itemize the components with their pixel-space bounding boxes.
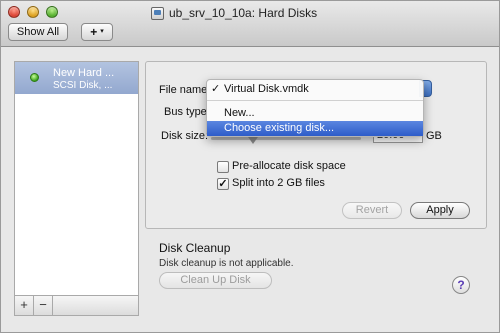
sidebar-item-label: New Hard ... bbox=[53, 67, 115, 79]
preallocate-label: Pre-allocate disk space bbox=[232, 160, 346, 172]
chevron-down-icon: ▾ bbox=[100, 28, 104, 35]
menu-item-virtual-disk[interactable]: ✓ Virtual Disk.vmdk bbox=[207, 82, 423, 97]
checkmark-icon: ✓ bbox=[211, 83, 221, 95]
menu-separator bbox=[207, 100, 423, 101]
status-green-icon bbox=[30, 73, 39, 82]
revert-button[interactable]: Revert bbox=[342, 202, 402, 219]
preallocate-checkbox[interactable] bbox=[217, 161, 229, 173]
remove-disk-button[interactable]: − bbox=[34, 296, 53, 315]
file-name-label: File name bbox=[159, 84, 208, 96]
split-files-checkbox[interactable]: ✓ bbox=[217, 178, 229, 190]
file-name-popup-menu: ✓ Virtual Disk.vmdk New... Choose existi… bbox=[206, 79, 424, 137]
disk-size-slider-track[interactable] bbox=[211, 137, 361, 140]
add-device-menu-button[interactable]: + ▾ bbox=[81, 23, 113, 41]
show-all-button[interactable]: Show All bbox=[8, 23, 68, 41]
disk-size-label: Disk size: bbox=[161, 130, 209, 142]
disk-cleanup-note: Disk cleanup is not applicable. bbox=[159, 258, 294, 269]
hard-disks-window: ub_srv_10_10a: Hard Disks Show All + ▾ N… bbox=[0, 0, 500, 333]
device-sidebar: New Hard ... SCSI Disk, ... bbox=[14, 61, 139, 316]
title-container: ub_srv_10_10a: Hard Disks bbox=[151, 5, 371, 21]
help-button[interactable]: ? bbox=[452, 276, 470, 294]
plus-icon: + bbox=[90, 25, 98, 39]
menu-item-label: Virtual Disk.vmdk bbox=[224, 83, 309, 95]
split-files-label: Split into 2 GB files bbox=[232, 177, 325, 189]
window-title: ub_srv_10_10a: Hard Disks bbox=[169, 6, 318, 20]
sidebar-footer: + − bbox=[14, 295, 139, 316]
menu-item-label: New... bbox=[224, 107, 255, 119]
title-bar: ub_srv_10_10a: Hard Disks Show All + ▾ bbox=[1, 1, 499, 47]
disk-size-unit: GB bbox=[426, 130, 442, 142]
bus-type-label: Bus type bbox=[164, 106, 207, 118]
menu-item-choose-existing-disk[interactable]: Choose existing disk... bbox=[207, 121, 423, 136]
zoom-window-button[interactable] bbox=[46, 6, 58, 18]
close-window-button[interactable] bbox=[8, 6, 20, 18]
menu-item-new[interactable]: New... bbox=[207, 106, 423, 121]
menu-item-label: Choose existing disk... bbox=[224, 122, 335, 134]
disk-cleanup-heading: Disk Cleanup bbox=[159, 241, 231, 255]
virtual-machine-icon bbox=[151, 6, 164, 20]
minimize-window-button[interactable] bbox=[27, 6, 39, 18]
clean-up-disk-button[interactable]: Clean Up Disk bbox=[159, 272, 272, 289]
add-disk-button[interactable]: + bbox=[15, 296, 34, 315]
apply-button[interactable]: Apply bbox=[410, 202, 470, 219]
sidebar-item-new-hard-disk[interactable]: New Hard ... SCSI Disk, ... bbox=[15, 62, 138, 94]
sidebar-item-subtitle: SCSI Disk, ... bbox=[53, 80, 113, 91]
